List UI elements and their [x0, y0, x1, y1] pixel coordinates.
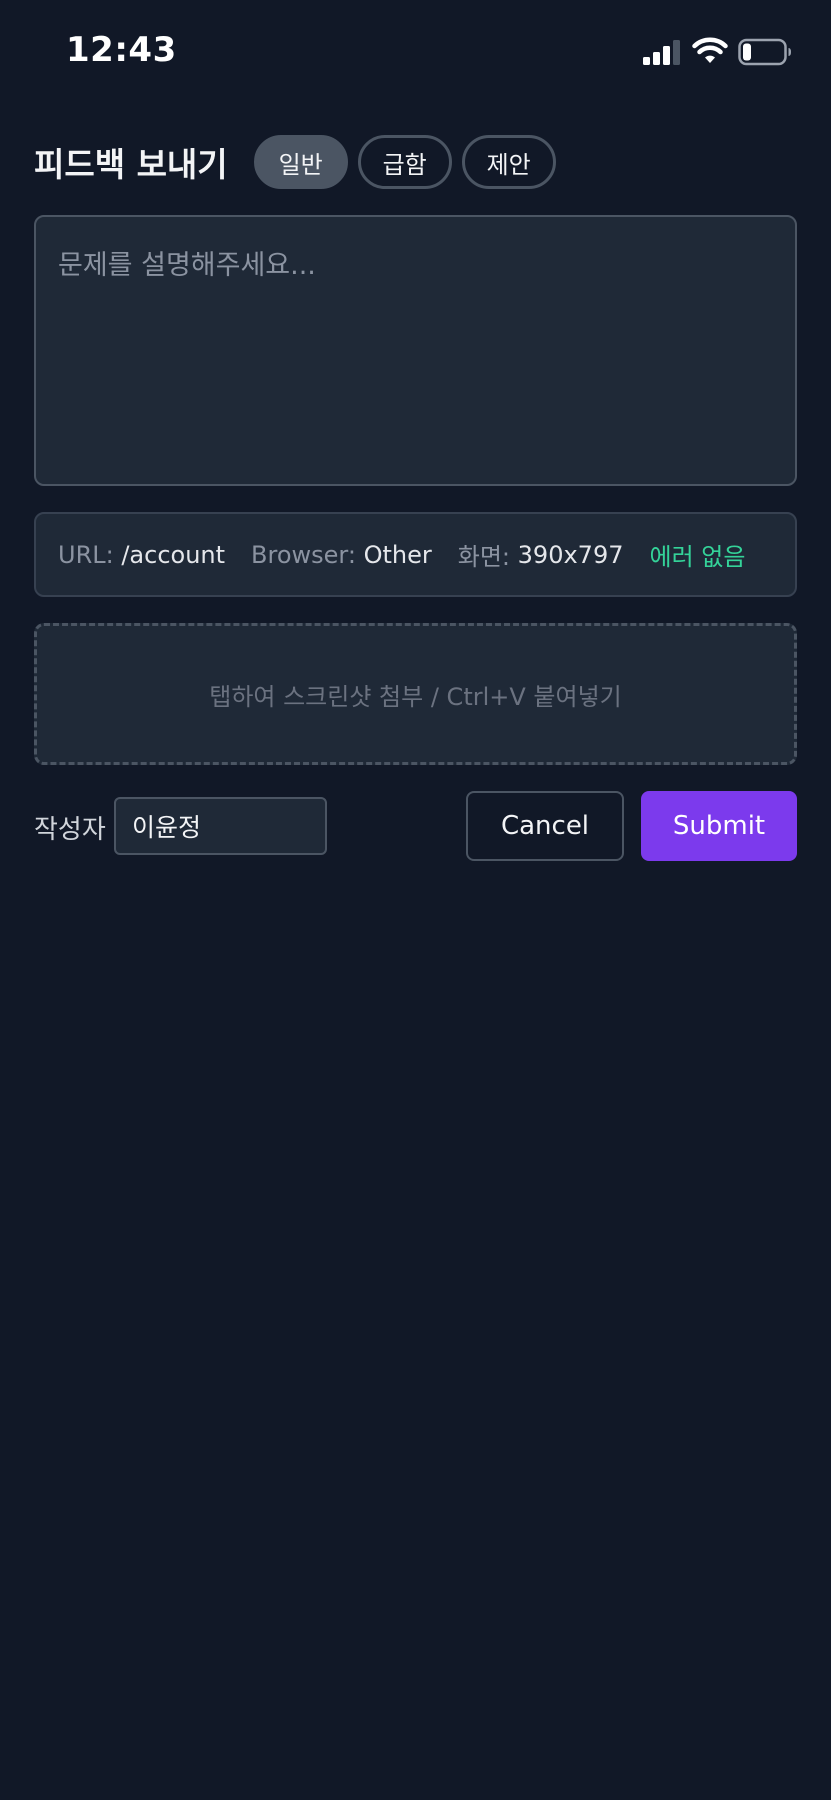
cancel-button[interactable]: Cancel	[466, 791, 624, 861]
url-value: /account	[121, 540, 226, 569]
tab-general[interactable]: 일반	[253, 135, 348, 189]
screenshot-dropzone[interactable]: 탭하여 스크린샷 첨부 / Ctrl+V 붙여넣기	[34, 623, 797, 765]
description-textarea[interactable]	[34, 215, 797, 486]
browser-label: Browser:	[251, 540, 356, 569]
status-bar: 12:43	[0, 0, 831, 100]
dropzone-hint: 탭하여 스크린샷 첨부 / Ctrl+V 붙여넣기	[209, 682, 622, 711]
environment-info: URL: /account Browser: Other 화면: 390x797…	[34, 512, 797, 597]
feedback-header: 피드백 보내기 일반 급함 제안	[34, 134, 566, 190]
screen-value: 390x797	[517, 540, 624, 569]
browser-value: Other	[363, 540, 432, 569]
submit-button[interactable]: Submit	[641, 791, 797, 861]
wifi-icon	[692, 37, 728, 63]
author-input[interactable]	[114, 797, 327, 855]
battery-icon	[738, 38, 791, 66]
url-label: URL:	[58, 540, 114, 569]
screen-label: 화면:	[457, 543, 511, 571]
signal-icon	[643, 40, 680, 65]
page-title: 피드백 보내기	[34, 145, 228, 184]
status-time: 12:43	[66, 30, 177, 70]
author-label: 작성자	[34, 815, 106, 845]
tab-suggestion[interactable]: 제안	[461, 135, 556, 189]
error-status: 에러 없음	[649, 543, 746, 571]
footer-row: 작성자 Cancel Submit	[34, 791, 797, 861]
tab-urgent[interactable]: 급함	[357, 135, 452, 189]
